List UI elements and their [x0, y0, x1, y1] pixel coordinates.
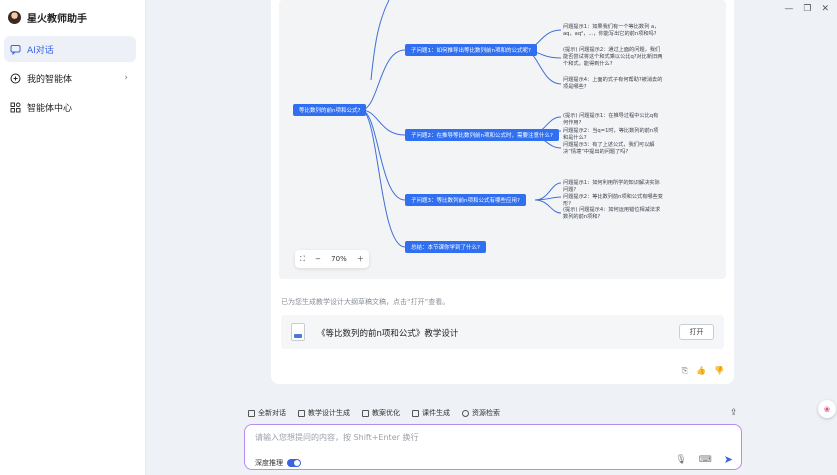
sidebar-item-label: 我的智能体: [27, 74, 73, 85]
sidebar: 星火教师助手 AI对话 我的智能体 › 智能体中心: [0, 0, 146, 475]
agent-icon: [10, 73, 21, 84]
deep-reasoning-label: 深度推理: [255, 459, 283, 467]
zoom-out-icon[interactable]: −: [315, 255, 321, 263]
input-actions: 🎙 ⌨ ➤: [675, 453, 733, 466]
chevron-right-icon: ›: [124, 73, 128, 83]
window-controls: — ❐ ✕: [784, 4, 829, 14]
app-title: 星火教师助手: [27, 13, 87, 25]
avatar: [8, 10, 21, 24]
pen-icon: [298, 409, 305, 417]
search-icon: [462, 409, 469, 417]
mindmap-leaf: 问题提示3：有了上述公式，我们可以解决“情境”中提出的问题了吗?: [563, 142, 655, 155]
sidebar-item-agent-center[interactable]: 智能体中心: [4, 94, 136, 120]
mindmap-leaf: 问题提示2：当q=1时，等比数列的前n项和是什么?: [563, 128, 659, 141]
zoom-in-icon[interactable]: ＋: [357, 254, 364, 264]
mindmap-branch-node[interactable]: 子问题2：在推导等比数列前n项和公式时，需要注意什么?: [405, 129, 559, 141]
mindmap-leaf: (提示) 问题提示2：通过上面的问题，我们能否尝试将这个和式乘以公比q?对比新旧…: [563, 47, 663, 67]
message-input[interactable]: 请输入您想提问的内容，按 Shift+Enter 换行: [255, 432, 418, 443]
mindmap-root-node[interactable]: 等比数列的前n项和公式?: [293, 104, 367, 116]
toggle-switch[interactable]: [287, 459, 301, 467]
doc-icon: [362, 409, 369, 417]
mindmap[interactable]: 等比数列的前n项和公式? 子问题1：如何推导出等比数列前n项和的公式呢? 子问题…: [279, 0, 726, 279]
minimize-icon[interactable]: —: [784, 4, 793, 14]
brand: 星火教师助手: [0, 0, 145, 34]
mindmap-leaf: 问题提示1：如何利用所学的知识解决实际问题?: [563, 180, 660, 193]
thumbs-up-icon[interactable]: 👍: [696, 366, 706, 376]
zoom-toolbar: ⛶ − 70% ＋: [295, 250, 369, 268]
open-button[interactable]: 打开: [679, 324, 714, 340]
message-input-box[interactable]: 请输入您想提问的内容，按 Shift+Enter 换行 深度推理 🎙 ⌨ ➤: [244, 424, 742, 470]
chat-icon: [10, 44, 21, 55]
mindmap-branch-node[interactable]: 总结：本节课你学到了什么?: [405, 241, 486, 253]
copy-icon[interactable]: ⎘: [682, 366, 688, 376]
tool-resource-search[interactable]: 资源检索: [462, 408, 500, 418]
tool-lesson-design[interactable]: 教学设计生成: [298, 408, 350, 418]
grid-icon: [10, 102, 21, 113]
send-icon[interactable]: ➤: [724, 453, 733, 466]
sidebar-item-ai-chat[interactable]: AI对话: [4, 36, 136, 62]
microphone-icon[interactable]: 🎙: [675, 455, 686, 465]
thumbs-down-icon[interactable]: 👎: [714, 366, 724, 376]
feedback-actions: ⎘ 👍 👎: [682, 366, 724, 376]
floating-assistant-button[interactable]: ❀: [818, 400, 836, 418]
deep-reasoning-toggle[interactable]: 深度推理: [255, 458, 301, 468]
new-chat-icon: [248, 409, 255, 417]
mindmap-leaf: (提示) 问题提示4：如何运用错位相减法求数列的前n项和?: [563, 207, 661, 220]
sidebar-item-label: AI对话: [27, 45, 54, 56]
mindmap-leaf: 问题提示1：如果我们有一个等比数列 a，aq，aq²，...，你能写出它的前n项…: [563, 24, 660, 37]
mindmap-branch-node[interactable]: 子问题3：等比数列前n项和公式有哪些应用?: [405, 194, 526, 206]
chat-message-card: 等比数列的前n项和公式? 子问题1：如何推导出等比数列前n项和的公式呢? 子问题…: [271, 0, 734, 384]
file-card[interactable]: 《等比数列的前n项和公式》教学设计 打开: [281, 315, 724, 349]
fit-screen-icon[interactable]: ⛶: [300, 255, 305, 264]
restore-icon[interactable]: ❐: [803, 4, 811, 14]
tool-slides[interactable]: 课件生成: [412, 408, 450, 418]
sidebar-item-my-agents[interactable]: 我的智能体 ›: [4, 65, 136, 91]
document-icon: [291, 323, 305, 341]
export-icon[interactable]: ⇪: [730, 408, 738, 418]
generation-notice: 已为您生成教学设计大纲草稿文稿，点击“打开”查看。: [281, 298, 450, 306]
assistant-icon: ❀: [823, 404, 831, 414]
file-title: 《等比数列的前n项和公式》教学设计: [317, 329, 459, 339]
keyboard-icon[interactable]: ⌨: [699, 455, 712, 465]
mindmap-branch-node[interactable]: 子问题1：如何推导出等比数列前n项和的公式呢?: [405, 44, 537, 56]
sidebar-item-label: 智能体中心: [27, 103, 73, 114]
mindmap-leaf: (提示) 问题提示1：在推导过程中公比q有何作用?: [563, 113, 659, 126]
mindmap-leaf: 问题提示2：等比数列前n项和公式有哪些变形?: [563, 194, 663, 207]
slides-icon: [412, 409, 419, 417]
close-icon[interactable]: ✕: [821, 4, 829, 14]
mindmap-leaf: 问题提示4：上面的式子有何帮助?被消去的项是哪些?: [563, 77, 663, 90]
tool-new-chat[interactable]: 全新对话: [248, 408, 286, 418]
zoom-level: 70%: [331, 255, 347, 263]
tool-shortcuts: 全新对话 教学设计生成 教案优化 课件生成 资源检索: [248, 408, 500, 418]
tool-lesson-optimize[interactable]: 教案优化: [362, 408, 400, 418]
